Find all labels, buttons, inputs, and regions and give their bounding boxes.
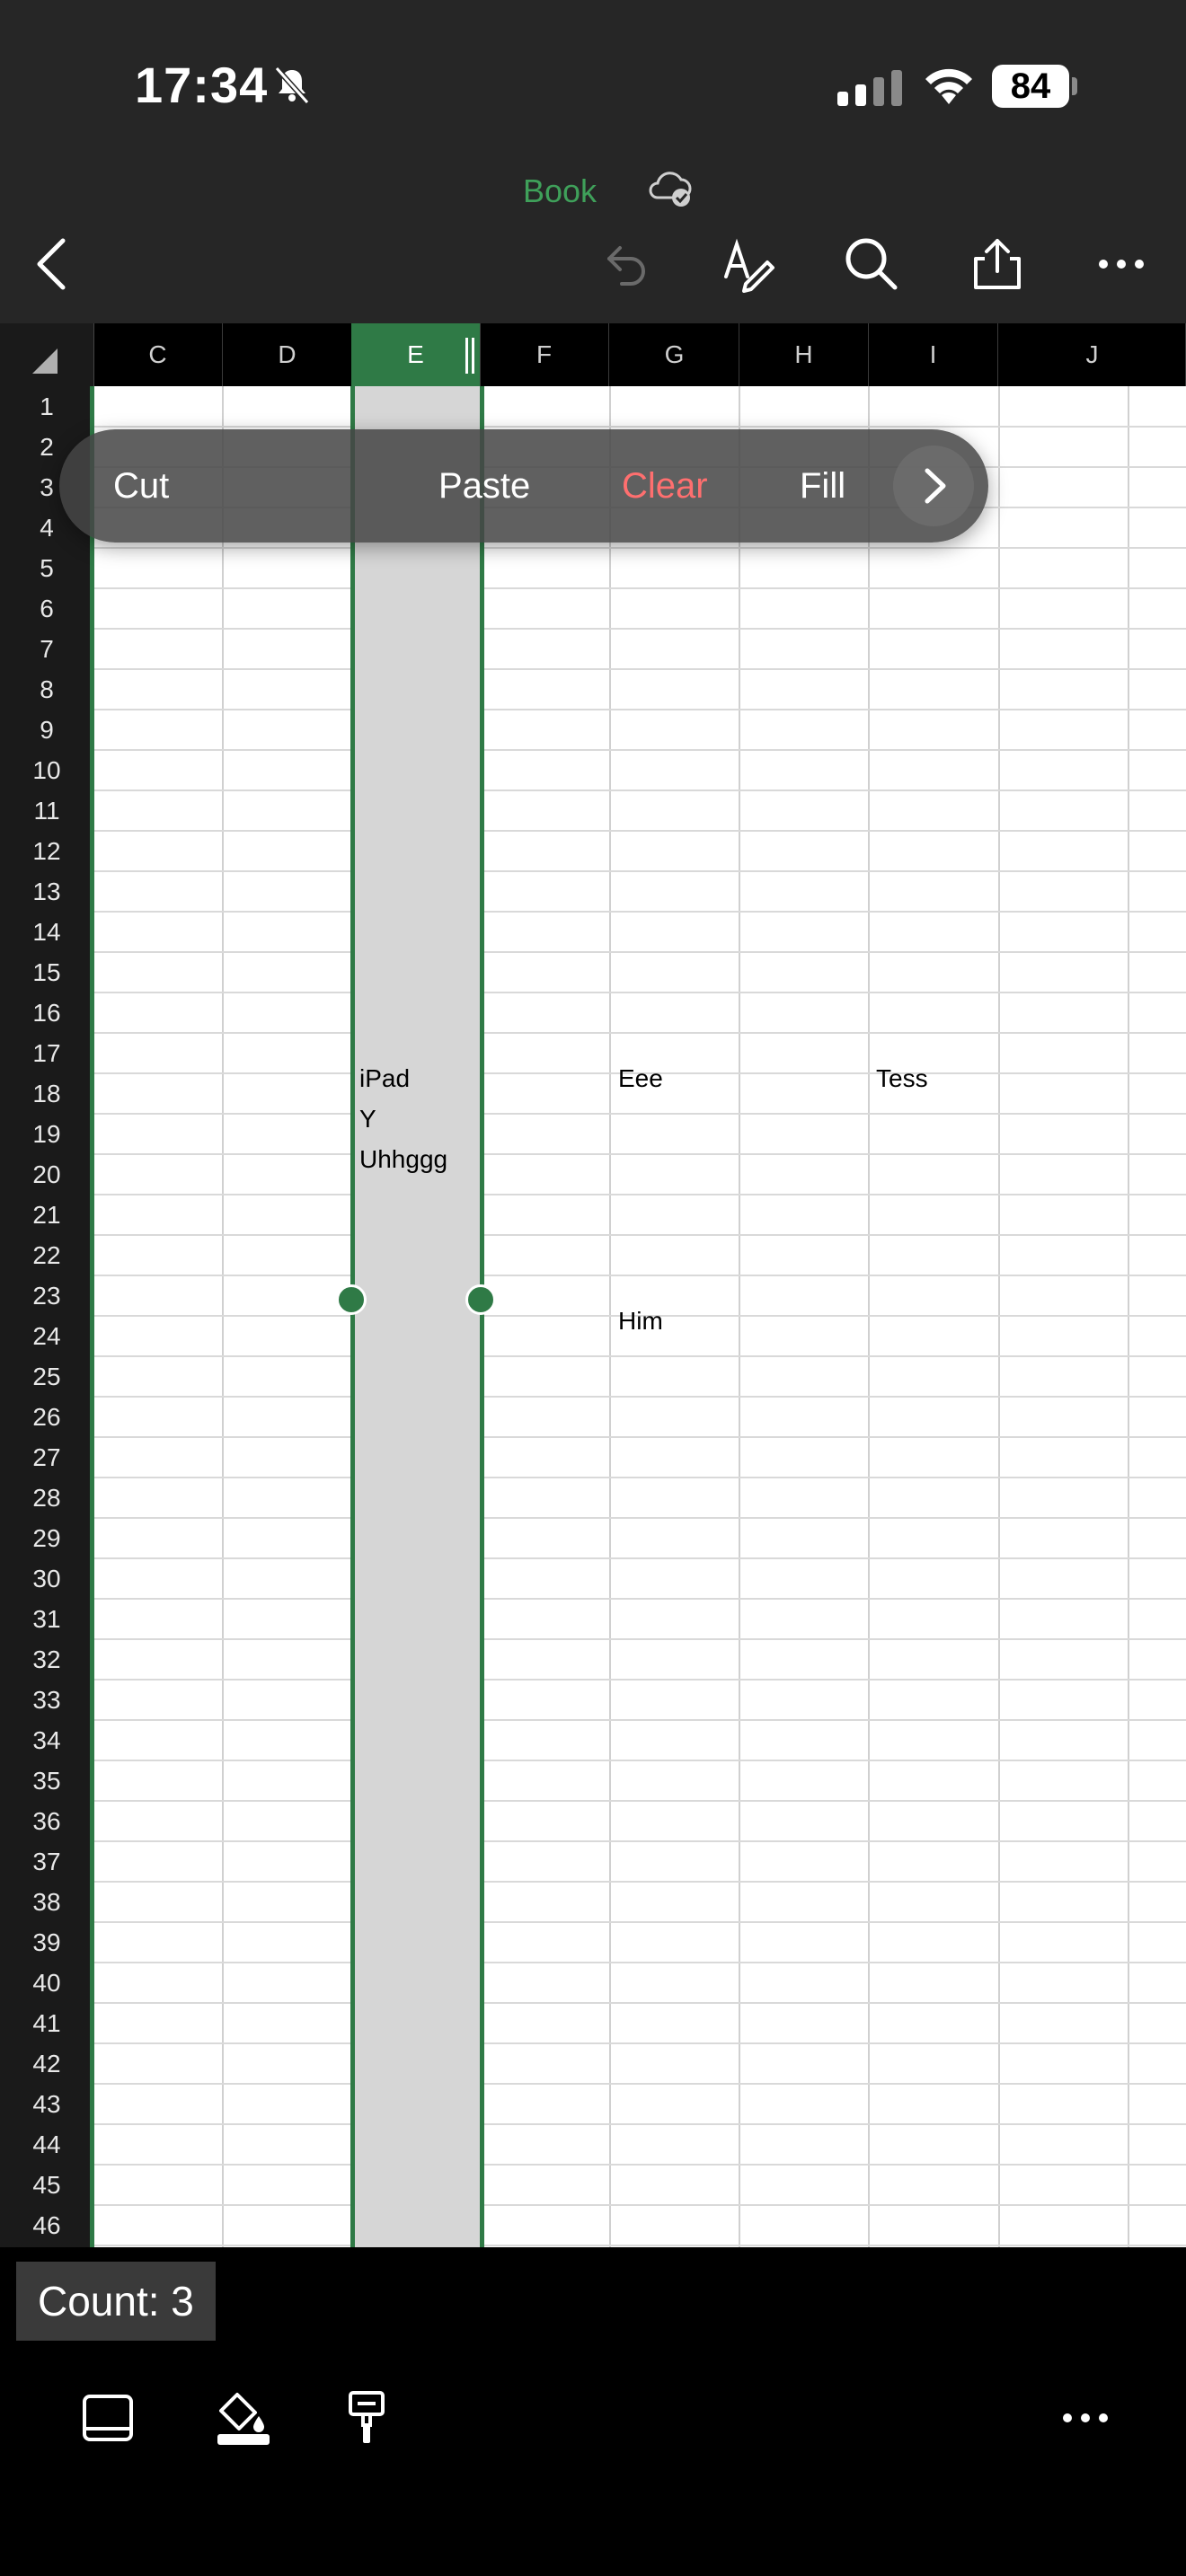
column-header-E[interactable]: E bbox=[351, 323, 481, 386]
row-header-40[interactable]: 40 bbox=[0, 1963, 93, 2003]
row-header-32[interactable]: 32 bbox=[0, 1639, 93, 1680]
row-header-13[interactable]: 13 bbox=[0, 871, 93, 912]
column-resize-handle-icon[interactable] bbox=[464, 338, 476, 374]
row-header-5[interactable]: 5 bbox=[0, 548, 93, 588]
row-header-12[interactable]: 12 bbox=[0, 831, 93, 871]
row-header-20[interactable]: 20 bbox=[0, 1154, 93, 1195]
fill-menu-item[interactable]: Fill bbox=[800, 429, 845, 543]
row-header-16[interactable]: 16 bbox=[0, 992, 93, 1033]
column-header-bar: CDEFGHIJ bbox=[0, 323, 1186, 386]
row-header-10[interactable]: 10 bbox=[0, 750, 93, 790]
fill-color-icon[interactable] bbox=[214, 2389, 271, 2447]
column-header-F[interactable]: F bbox=[480, 323, 609, 386]
row-header-33[interactable]: 33 bbox=[0, 1680, 93, 1720]
more-options-icon[interactable] bbox=[1093, 235, 1150, 293]
chevron-right-icon bbox=[925, 468, 946, 504]
cell-E16[interactable]: iPad bbox=[359, 1064, 410, 1093]
column-header-C[interactable]: C bbox=[93, 323, 223, 386]
row-header-31[interactable]: 31 bbox=[0, 1599, 93, 1639]
undo-icon[interactable] bbox=[597, 235, 654, 293]
cell-G16[interactable]: Eee bbox=[618, 1064, 663, 1093]
row-header-9[interactable]: 9 bbox=[0, 710, 93, 750]
row-header-34[interactable]: 34 bbox=[0, 1720, 93, 1760]
cell-context-menu: Cut Paste Clear Fill bbox=[59, 429, 988, 543]
select-all-corner[interactable] bbox=[0, 323, 94, 386]
cell-area[interactable]: iPad Y Uhhggg Eee Tess Him bbox=[90, 386, 1186, 2247]
row-header-35[interactable]: 35 bbox=[0, 1760, 93, 1801]
row-header-22[interactable]: 22 bbox=[0, 1235, 93, 1275]
row-header-44[interactable]: 44 bbox=[0, 2124, 93, 2165]
clear-menu-item[interactable]: Clear bbox=[622, 429, 708, 543]
row-header-43[interactable]: 43 bbox=[0, 2084, 93, 2124]
wifi-icon bbox=[925, 68, 972, 104]
row-header-46[interactable]: 46 bbox=[0, 2205, 93, 2245]
row-header-11[interactable]: 11 bbox=[0, 790, 93, 831]
cellular-signal-icon bbox=[837, 70, 902, 106]
row-header-1[interactable]: 1 bbox=[0, 386, 93, 427]
selection-border-right bbox=[480, 386, 484, 2247]
spreadsheet-grid[interactable]: CDEFGHIJ 1 2 3 4 5 6 7 8 9 10 11 12 13 14 15 16 17 18 19 20… bbox=[0, 323, 1186, 2247]
document-title[interactable]: Book bbox=[523, 172, 597, 210]
selection-handle-left[interactable] bbox=[336, 1284, 367, 1315]
format-painter-icon[interactable] bbox=[338, 2389, 395, 2447]
keyboard-toggle-icon[interactable] bbox=[79, 2389, 137, 2447]
row-header-18[interactable]: 18 bbox=[0, 1073, 93, 1114]
selection-handle-right[interactable] bbox=[465, 1284, 496, 1315]
search-icon[interactable] bbox=[843, 235, 900, 293]
row-header-27[interactable]: 27 bbox=[0, 1437, 93, 1478]
column-header-G[interactable]: G bbox=[610, 323, 739, 386]
row-header-42[interactable]: 42 bbox=[0, 2043, 93, 2084]
row-header-24[interactable]: 24 bbox=[0, 1316, 93, 1356]
row-header-19[interactable]: 19 bbox=[0, 1114, 93, 1154]
row-header-6[interactable]: 6 bbox=[0, 588, 93, 629]
row-header-30[interactable]: 30 bbox=[0, 1558, 93, 1599]
row-header-8[interactable]: 8 bbox=[0, 669, 93, 710]
column-header-D[interactable]: D bbox=[223, 323, 352, 386]
selection-count-badge: Count: 3 bbox=[16, 2262, 216, 2341]
row-header-15[interactable]: 15 bbox=[0, 952, 93, 992]
row-header-39[interactable]: 39 bbox=[0, 1922, 93, 1963]
row-header-21[interactable]: 21 bbox=[0, 1195, 93, 1235]
row-header-14[interactable]: 14 bbox=[0, 912, 93, 952]
row-header-25[interactable]: 25 bbox=[0, 1356, 93, 1397]
column-header-J[interactable]: J bbox=[999, 323, 1186, 386]
cell-I16[interactable]: Tess bbox=[876, 1064, 928, 1093]
row-header-45[interactable]: 45 bbox=[0, 2165, 93, 2205]
column-header-I[interactable]: I bbox=[869, 323, 998, 386]
row-header-7[interactable]: 7 bbox=[0, 629, 93, 669]
row-header-bar: 1 2 3 4 5 6 7 8 9 10 11 12 13 14 15 16 17 18 19 20 21 22 23 24 2… bbox=[0, 386, 93, 2247]
battery-tip bbox=[1072, 77, 1077, 95]
more-menu-button[interactable] bbox=[893, 446, 974, 526]
column-header-H[interactable]: H bbox=[739, 323, 869, 386]
row-header-37[interactable]: 37 bbox=[0, 1841, 93, 1882]
row-header-41[interactable]: 41 bbox=[0, 2003, 93, 2043]
row-header-17[interactable]: 17 bbox=[0, 1033, 93, 1073]
corner-triangle-icon bbox=[32, 348, 58, 374]
share-icon[interactable] bbox=[969, 235, 1026, 293]
row-header-26[interactable]: 26 bbox=[0, 1397, 93, 1437]
row-header-36[interactable]: 36 bbox=[0, 1801, 93, 1841]
battery-indicator: 84 bbox=[992, 65, 1069, 108]
back-chevron-icon[interactable] bbox=[25, 235, 83, 293]
selection-left-edge bbox=[90, 386, 94, 2247]
cloud-saved-icon[interactable] bbox=[645, 163, 695, 214]
more-tools-icon[interactable] bbox=[1057, 2389, 1114, 2447]
selection-border-left bbox=[350, 386, 355, 2247]
row-header-28[interactable]: 28 bbox=[0, 1478, 93, 1518]
cell-E17[interactable]: Y bbox=[359, 1105, 376, 1134]
draw-pen-icon[interactable] bbox=[719, 235, 776, 293]
status-time: 17:34 bbox=[135, 57, 269, 113]
selected-column-highlight bbox=[352, 386, 481, 2247]
cut-menu-item[interactable]: Cut bbox=[113, 429, 169, 543]
paste-menu-item[interactable]: Paste bbox=[438, 429, 530, 543]
row-header-23[interactable]: 23 bbox=[0, 1275, 93, 1316]
bell-muted-icon bbox=[274, 66, 310, 105]
row-header-38[interactable]: 38 bbox=[0, 1882, 93, 1922]
cell-E18[interactable]: Uhhggg bbox=[359, 1145, 447, 1174]
cell-G22[interactable]: Him bbox=[618, 1307, 663, 1336]
row-header-29[interactable]: 29 bbox=[0, 1518, 93, 1558]
